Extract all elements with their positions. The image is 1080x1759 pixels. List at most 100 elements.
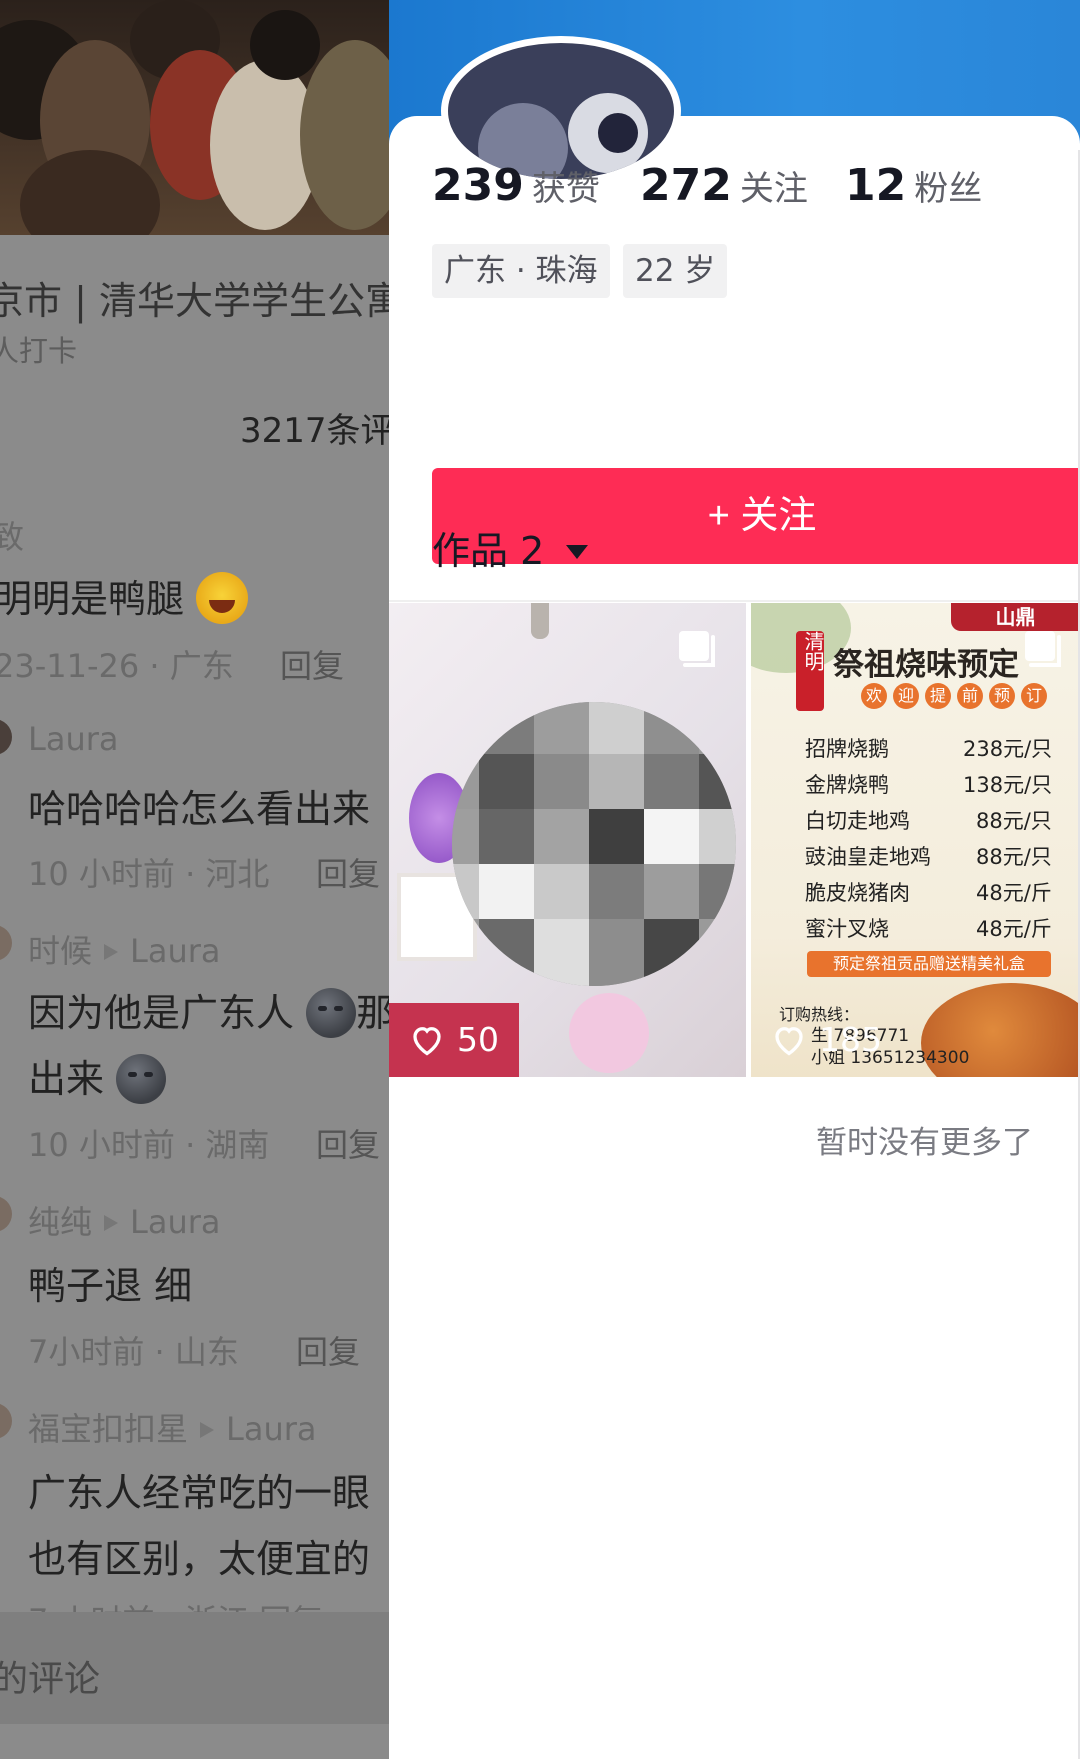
avatar[interactable] <box>0 1196 12 1232</box>
comment-text-line: 出来 <box>28 1048 167 1104</box>
comment-meta: 23-11-26 · 广东 <box>0 647 234 685</box>
menu-item-name: 豉油皇走地鸡 <box>805 845 931 869</box>
menu-item-price: 48元/斤 <box>976 917 1052 941</box>
no-more-text: 暂时没有更多了 <box>816 1125 1033 1161</box>
laughing-emoji-icon <box>196 572 249 624</box>
like-count-value: 50 <box>457 1020 499 1059</box>
comment-meta: 7小时前 · 山东 <box>28 1333 239 1371</box>
menu-item-name: 金牌烧鸭 <box>805 773 889 797</box>
reply-to-username[interactable]: Laura <box>130 932 220 970</box>
like-count-value: 185 <box>819 1020 882 1059</box>
avatar[interactable] <box>0 925 12 961</box>
menu-item-name: 蜜汁叉烧 <box>805 917 889 941</box>
moon-face-emoji-icon <box>306 988 357 1038</box>
comment-meta: 10 小时前 · 湖南 <box>28 1126 270 1164</box>
username[interactable]: 纯纯 <box>28 1203 92 1241</box>
works-tab[interactable]: 作品 2 <box>432 520 590 575</box>
menu-item-price: 88元/只 <box>976 809 1052 833</box>
stat-likes[interactable]: 239 获赞 <box>432 160 600 211</box>
poster-side-text: 清明 <box>801 631 825 671</box>
stat-label: 关注 <box>739 169 808 209</box>
comment-input-bar[interactable]: 的评论 <box>0 1612 389 1724</box>
menu-item-name: 白切走地鸡 <box>805 809 910 833</box>
caret-down-icon <box>566 545 589 559</box>
comments-panel: 京市 | 清华大学学生公寓 人打卡 3217条评 致 明明是鸭腿 23-11-2… <box>0 0 389 1759</box>
comment-username[interactable]: 时候 Laura <box>28 926 221 972</box>
poster-side-seal: 清明 <box>796 631 825 711</box>
comment-text-line: 因为他是广东人 那 <box>28 982 389 1038</box>
banner-text: 预定祭祖贡品赠送精美礼盒 <box>832 954 1025 973</box>
comment-text-line: 也有区别，太便宜的 <box>28 1537 371 1581</box>
multi-select-icon[interactable] <box>675 627 719 669</box>
location-text[interactable]: 京市 | 清华大学学生公寓 <box>0 270 389 325</box>
stat-label: 获赞 <box>531 169 600 209</box>
reply-button[interactable]: 回复 <box>316 849 380 895</box>
comment-username[interactable]: 福宝扣扣星 Laura <box>28 1404 317 1450</box>
reply-button[interactable]: 回复 <box>296 1327 360 1373</box>
comment-count: 3217条评 <box>240 411 389 451</box>
comment-text-line: 广东人经常吃的一眼 <box>28 1471 371 1515</box>
reply-arrow-icon <box>104 1215 119 1231</box>
stat-following[interactable]: 272 关注 <box>640 160 808 211</box>
mosaic-blur <box>452 702 736 986</box>
menu-item-price: 138元/只 <box>963 773 1053 797</box>
username[interactable]: 时候 <box>28 932 92 970</box>
reply-button[interactable]: 回复 <box>280 641 344 687</box>
comment-text: 明明是鸭腿 <box>0 568 249 624</box>
comment-username[interactable]: 纯纯 Laura <box>28 1197 221 1243</box>
stat-label: 粉丝 <box>914 169 983 209</box>
comment-input-placeholder[interactable]: 的评论 <box>0 1650 100 1702</box>
checkin-text: 人打卡 <box>0 334 78 368</box>
profile-panel: 239 获赞 272 关注 12 粉丝 广东 · 珠海 22 岁 + 关注 作品 2 <box>389 0 1080 1759</box>
poster-title: 祭祖烧味预定 <box>833 647 1019 683</box>
location-tag: 广东 · 珠海 <box>432 244 610 298</box>
divider <box>389 600 1080 602</box>
subtitle-char: 迎 <box>893 683 919 709</box>
comment-meta: 10 小时前 · 河北 <box>28 855 270 893</box>
reply-button[interactable]: 回复 <box>316 1120 380 1166</box>
video-thumbnail[interactable]: 山鼎 清明 祭祖烧味预定 欢 迎 提 前 预 订 招牌烧鹅 238元/只 金牌烧… <box>751 603 1080 1077</box>
comment-text-content: 出来 <box>28 1057 105 1101</box>
like-count: 185 <box>771 1020 882 1059</box>
avatar[interactable] <box>0 1403 12 1439</box>
avatar[interactable] <box>0 719 12 755</box>
comment-meta-clip: 7 小时前 · 浙江 回复 <box>28 1596 388 1612</box>
comment-text-content: 明明是鸭腿 <box>0 577 185 621</box>
multi-select-icon[interactable] <box>1021 627 1065 669</box>
subtitle-char: 提 <box>925 683 951 709</box>
moon-face-emoji-icon <box>116 1054 167 1104</box>
subtitle-char: 订 <box>1021 683 1047 709</box>
brand-name: 山鼎 <box>995 605 1036 629</box>
menu-item-price: 48元/斤 <box>976 881 1052 905</box>
comment-meta: 7 小时前 · 浙江 回复 <box>28 1596 323 1612</box>
reply-arrow-icon <box>104 944 119 960</box>
comment-text: 鸭子退 细 <box>28 1264 193 1308</box>
menu-item-price: 88元/只 <box>976 845 1052 869</box>
comment-text-content: 因为他是广东人 <box>28 991 295 1035</box>
comment-text-content: 那 <box>356 991 389 1035</box>
username[interactable]: 福宝扣扣星 <box>28 1410 188 1448</box>
menu-item-name: 脆皮烧猪肉 <box>805 881 910 905</box>
heart-icon <box>413 1026 441 1055</box>
reply-arrow-icon <box>200 1422 215 1438</box>
stat-value: 239 <box>432 160 524 211</box>
heart-icon <box>775 1026 803 1055</box>
decor-pony <box>569 993 649 1073</box>
like-count: 50 <box>409 1020 499 1059</box>
poster-subtitle: 欢 迎 提 前 预 订 <box>861 683 1047 709</box>
menu-item-name: 招牌烧鹅 <box>805 737 889 761</box>
reply-to-username[interactable]: Laura <box>226 1410 316 1448</box>
comment-partial-label: 致 <box>0 518 25 556</box>
works-label: 作品 2 <box>432 529 545 573</box>
menu-item-price: 238元/只 <box>963 737 1053 761</box>
comment-text: 哈哈哈哈怎么看出来 <box>28 787 371 831</box>
stat-value: 12 <box>845 160 907 211</box>
subtitle-char: 前 <box>957 683 983 709</box>
comment-username[interactable]: Laura <box>28 720 118 758</box>
reply-to-username[interactable]: Laura <box>130 1203 220 1241</box>
video-thumbnail[interactable]: 50 <box>389 603 746 1077</box>
video-background-photo <box>0 0 389 235</box>
stat-followers[interactable]: 12 粉丝 <box>845 160 982 211</box>
decor-lamp <box>531 603 549 639</box>
subtitle-char: 欢 <box>861 683 887 709</box>
